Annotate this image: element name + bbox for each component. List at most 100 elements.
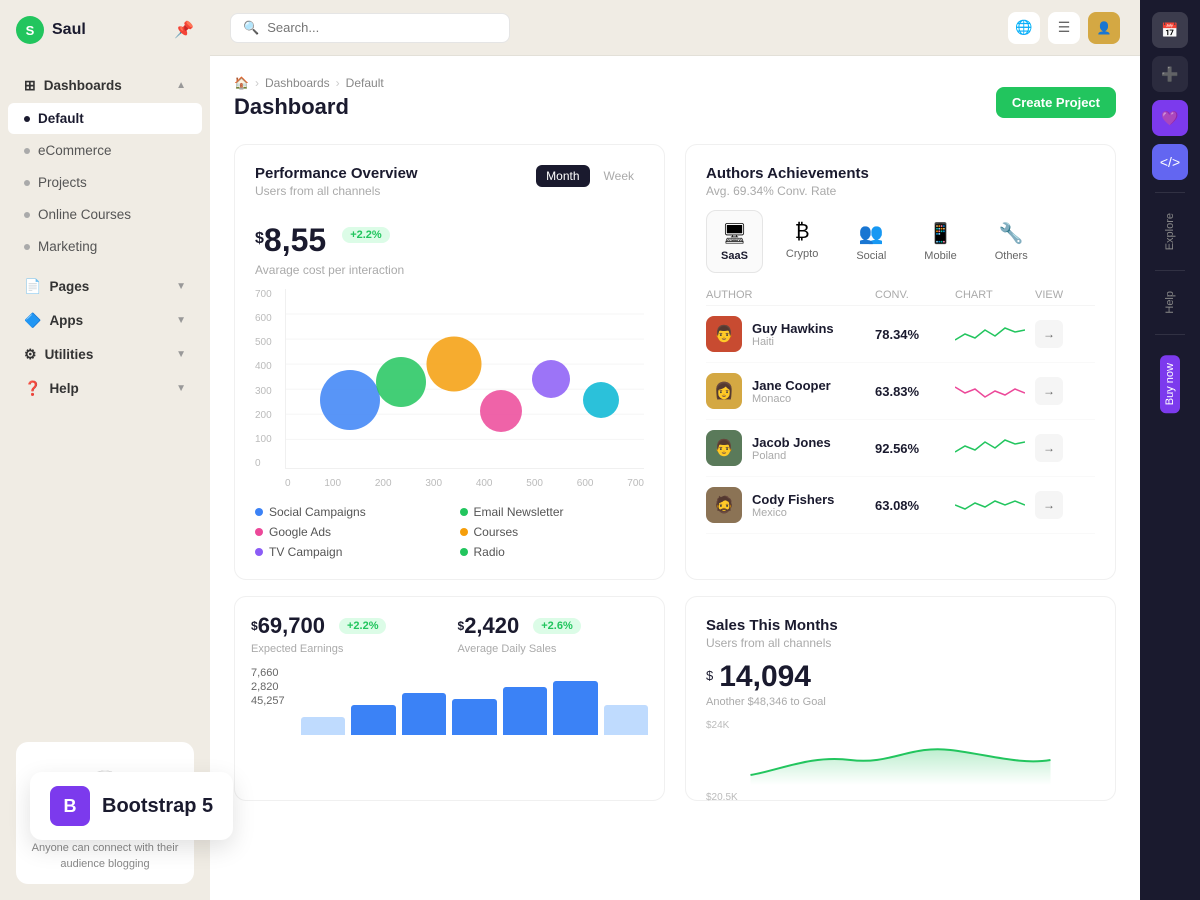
author-details: Jacob Jones Poland [752,435,831,462]
rp-help-section[interactable]: Help [1160,283,1180,322]
nav-dot [24,244,30,250]
marketing-label: Marketing [38,239,97,254]
author-name: Jane Cooper [752,378,831,393]
rp-explore-section[interactable]: Explore [1160,205,1180,258]
nav-dot [24,116,30,122]
legend-radio: Radio [460,545,645,559]
sidebar-item-marketing[interactable]: Marketing [8,231,202,262]
author-info: 👨 Guy Hawkins Haiti [706,316,875,352]
legend-label: Email Newsletter [474,505,564,519]
legend-dot [460,508,468,516]
rp-add-icon[interactable]: ➕ [1152,56,1188,92]
crypto-label: Crypto [786,248,818,260]
table-row: 👨 Jacob Jones Poland 92.56% [706,420,1095,477]
legend-email-newsletter: Email Newsletter [460,505,645,519]
authors-card: Authors Achievements Avg. 69.34% Conv. R… [685,144,1116,580]
topbar-menu-icon[interactable]: ☰ [1048,12,1080,44]
online-courses-label: Online Courses [38,207,131,222]
create-project-button[interactable]: Create Project [996,87,1116,118]
tab-crypto[interactable]: ₿ Crypto [771,210,833,273]
crypto-icon: ₿ [795,221,810,244]
topbar-notification-icon[interactable]: 🌐 [1008,12,1040,44]
author-location: Monaco [752,393,831,405]
sidebar-item-dashboards[interactable]: ⊞ Dashboards ▲ [8,69,202,102]
sales-card: Sales This Months Users from all channel… [685,596,1116,801]
chevron-icon: ▼ [176,349,186,360]
author-details: Cody Fishers Mexico [752,492,834,519]
sales-y-labels: $24K [706,720,1095,731]
saas-label: SaaS [721,250,748,262]
sidebar-item-projects[interactable]: Projects [8,167,202,198]
earnings-value-row: $69,700 +2.2% [251,613,442,639]
sidebar-item-pages[interactable]: 📄 Pages ▼ [8,270,202,303]
author-info: 👩 Jane Cooper Monaco [706,373,875,409]
legend-dot [255,548,263,556]
sales-area-chart [706,735,1095,785]
metric-value: $8,55 [255,222,326,259]
authors-title: Authors Achievements [706,165,1095,182]
rp-purple-icon[interactable]: 💜 [1152,100,1188,136]
pin-icon[interactable]: 📌 [174,20,194,40]
author-name: Guy Hawkins [752,321,834,336]
bootstrap-badge: B Bootstrap 5 [30,772,233,840]
view-button[interactable]: → [1035,491,1063,519]
tab-others[interactable]: 🔧 Others [980,210,1043,273]
app-logo: S [16,16,44,44]
bar-2 [351,705,395,735]
tab-social[interactable]: 👥 Social [841,210,901,273]
sidebar-item-help[interactable]: ❓ Help ▼ [8,372,202,405]
bubble-5 [532,360,570,398]
author-name: Jacob Jones [752,435,831,450]
app-name: Saul [52,21,86,39]
chart-legend: Social Campaigns Email Newsletter Google… [255,505,644,559]
tab-saas[interactable]: 🖥 SaaS [706,210,763,273]
earnings-inner: $69,700 +2.2% Expected Earnings $2,420 +… [251,613,648,655]
sidebar-item-ecommerce[interactable]: eCommerce [8,135,202,166]
sidebar-item-apps[interactable]: 🔷 Apps ▼ [8,304,202,337]
sales-badge: +2.6% [533,618,581,634]
sales-main-value: 14,094 [719,660,811,694]
sales-chart: $24K $20.5K [706,720,1095,780]
search-box[interactable]: 🔍 [230,13,510,43]
sidebar-item-online-courses[interactable]: Online Courses [8,199,202,230]
view-button[interactable]: → [1035,434,1063,462]
rp-calendar-icon[interactable]: 📅 [1152,12,1188,48]
sidebar-item-default[interactable]: Default [8,103,202,134]
utilities-label: Utilities [45,347,94,362]
page-title: Dashboard [234,94,384,120]
dashboard-icon: ⊞ [24,77,36,94]
perf-title-group: Performance Overview Users from all chan… [255,165,418,198]
sparkline-svg [955,493,1025,517]
legend-label: Radio [474,545,505,559]
avatar: 👨 [706,316,742,352]
chevron-icon: ▲ [176,80,186,91]
bubble-2 [376,357,426,407]
nav-dot [24,148,30,154]
conv-value: 92.56% [875,441,955,456]
perf-subtitle: Users from all channels [255,184,418,198]
earnings-label: Expected Earnings [251,643,442,655]
sidebar: S Saul 📌 ⊞ Dashboards ▲ Default eCommerc… [0,0,210,900]
search-input[interactable] [267,20,467,35]
sidebar-item-utilities[interactable]: ⚙ Utilities ▼ [8,338,202,371]
breadcrumb-dashboards[interactable]: Dashboards [265,76,330,90]
rp-code-icon[interactable]: </> [1152,144,1188,180]
bar-4 [452,699,496,735]
rp-buy-section[interactable]: Buy now [1156,347,1184,421]
legend-courses: Courses [460,525,645,539]
author-location: Poland [752,450,831,462]
view-button[interactable]: → [1035,320,1063,348]
sparkline-svg [955,436,1025,460]
user-avatar[interactable]: 👤 [1088,12,1120,44]
view-button[interactable]: → [1035,377,1063,405]
tab-month[interactable]: Month [536,165,589,187]
performance-card: Performance Overview Users from all chan… [234,144,665,580]
bubble-4 [480,390,522,432]
breadcrumb-home-icon: 🏠 [234,76,249,90]
tab-week[interactable]: Week [594,165,644,187]
others-label: Others [995,250,1028,262]
author-location: Haiti [752,336,834,348]
bar-chart [301,675,648,735]
bar-5 [503,687,547,735]
tab-mobile[interactable]: 📱 Mobile [909,210,971,273]
